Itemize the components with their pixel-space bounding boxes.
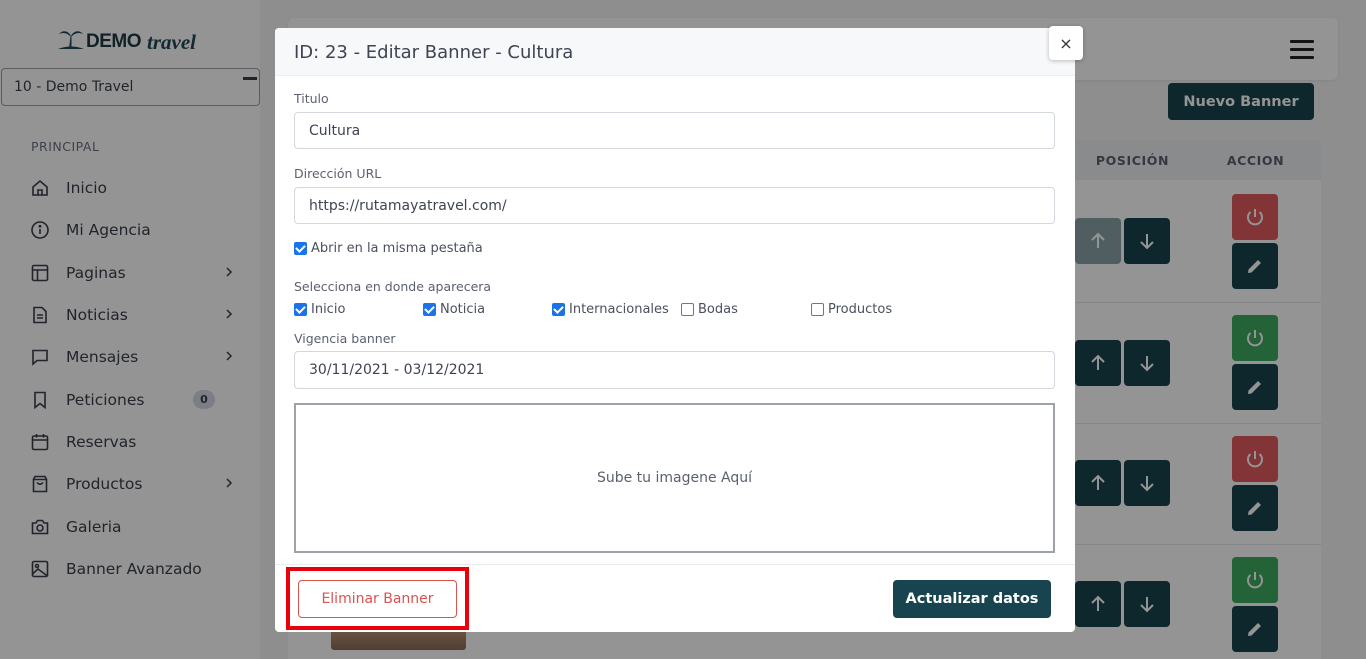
location-checkbox-inicio[interactable]: Inicio xyxy=(294,302,345,317)
edit-banner-modal: ID: 23 - Editar Banner - Cultura × Titul… xyxy=(275,26,1083,632)
locations-label: Selecciona en donde aparecera xyxy=(294,279,492,294)
same-tab-label: Abrir en la misma pestaña xyxy=(311,241,483,256)
titulo-input[interactable]: Cultura xyxy=(294,112,1055,149)
location-label: Noticia xyxy=(440,302,486,317)
checkbox-checked-icon xyxy=(294,303,307,316)
checkbox-checked-icon xyxy=(552,303,565,316)
location-checkbox-noticia[interactable]: Noticia xyxy=(423,302,485,317)
modal-title: ID: 23 - Editar Banner - Cultura xyxy=(294,42,574,63)
checkbox-checked-icon xyxy=(423,303,436,316)
location-checkbox-internacionales[interactable]: Internacionales xyxy=(552,302,669,317)
close-icon: × xyxy=(1059,33,1073,53)
location-checkbox-bodas[interactable]: Bodas xyxy=(681,302,738,317)
validity-label: Vigencia banner xyxy=(294,331,396,346)
location-label: Productos xyxy=(828,302,893,317)
highlight-box xyxy=(286,567,469,630)
modal-footer-divider xyxy=(275,564,1075,565)
location-label: Inicio xyxy=(311,302,346,317)
checkbox-unchecked-icon xyxy=(681,303,694,316)
modal-header: ID: 23 - Editar Banner - Cultura xyxy=(275,28,1075,76)
validity-date-range-input[interactable]: 30/11/2021 - 03/12/2021 xyxy=(294,351,1055,389)
checkbox-unchecked-icon xyxy=(811,303,824,316)
update-data-button[interactable]: Actualizar datos xyxy=(893,580,1051,618)
url-input[interactable]: https://rutamayatravel.com/ xyxy=(294,187,1055,224)
location-label: Bodas xyxy=(698,302,738,317)
location-checkbox-productos[interactable]: Productos xyxy=(811,302,892,317)
image-upload-dropzone[interactable]: Sube tu imagene Aquí xyxy=(294,403,1055,553)
titulo-label: Titulo xyxy=(294,91,329,106)
location-label: Internacionales xyxy=(569,302,669,317)
url-label: Dirección URL xyxy=(294,166,382,181)
same-tab-checkbox[interactable]: Abrir en la misma pestaña xyxy=(294,241,483,256)
upload-text: Sube tu imagene Aquí xyxy=(596,470,753,486)
checkbox-checked-icon xyxy=(294,242,307,255)
close-button[interactable]: × xyxy=(1049,26,1083,60)
